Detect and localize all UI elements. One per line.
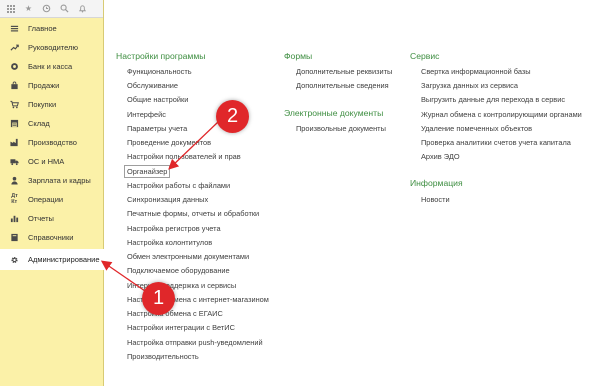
gear-icon bbox=[10, 255, 19, 264]
sidebar-item-purchases[interactable]: Покупки bbox=[0, 95, 104, 114]
sidebar-toolbar: ★ bbox=[0, 0, 103, 18]
sidebar-item-fixed-assets[interactable]: ОС и НМА bbox=[0, 152, 104, 171]
warehouse-icon bbox=[10, 119, 19, 128]
dt-kt-icon: Дт Кт bbox=[11, 193, 18, 205]
menu-icon bbox=[10, 24, 19, 33]
sidebar-item-label: ОС и НМА bbox=[28, 157, 65, 166]
link-maintenance[interactable]: Обслуживание bbox=[127, 81, 178, 90]
link-registers-settings[interactable]: Настройка регистров учета bbox=[127, 224, 221, 233]
link-delete-marked[interactable]: Удаление помеченных объектов bbox=[421, 124, 532, 133]
sidebar-item-label: Справочники bbox=[28, 233, 74, 242]
sidebar-item-salary[interactable]: Зарплата и кадры bbox=[0, 171, 104, 190]
search-icon[interactable] bbox=[60, 4, 69, 13]
sidebar: ★ Главное Руководителю Банк и касса Прод bbox=[0, 0, 105, 386]
sidebar-item-label: Главное bbox=[28, 24, 57, 33]
link-posting-documents[interactable]: Проведение документов bbox=[127, 138, 211, 147]
link-edoc-exchange[interactable]: Обмен электронными документами bbox=[127, 252, 249, 261]
sidebar-item-label: Продажи bbox=[28, 81, 60, 90]
main-panel: Настройки программы Функциональность Обс… bbox=[105, 0, 600, 386]
link-additional-info[interactable]: Дополнительные сведения bbox=[296, 81, 389, 90]
apps-grid-icon[interactable] bbox=[6, 4, 15, 13]
annotation-badge-2: 2 bbox=[216, 100, 249, 133]
annotation-badge-1: 1 bbox=[142, 282, 175, 315]
sidebar-item-label: Руководителю bbox=[28, 43, 79, 52]
link-arbitrary-documents[interactable]: Произвольные документы bbox=[296, 124, 386, 133]
link-performance[interactable]: Производительность bbox=[127, 352, 199, 361]
sidebar-item-label: Банк и касса bbox=[28, 62, 73, 71]
section-title-settings: Настройки программы bbox=[116, 51, 206, 61]
person-icon bbox=[10, 176, 19, 185]
link-additional-attributes[interactable]: Дополнительные реквизиты bbox=[296, 67, 392, 76]
link-vetis-integration[interactable]: Настройки интеграции с ВетИС bbox=[127, 323, 235, 332]
trend-icon bbox=[10, 43, 19, 52]
sidebar-item-label: Покупки bbox=[28, 100, 57, 109]
bag-icon bbox=[10, 81, 19, 90]
link-functionality[interactable]: Функциональность bbox=[127, 67, 192, 76]
section-title-info: Информация bbox=[410, 178, 463, 188]
link-internet-support[interactable]: Интернет-поддержка и сервисы bbox=[127, 281, 236, 290]
sidebar-item-label: Операции bbox=[28, 195, 64, 204]
sidebar-item-label: Зарплата и кадры bbox=[28, 176, 91, 185]
cart-icon bbox=[10, 100, 19, 109]
sidebar-item-operations[interactable]: Дт Кт Операции bbox=[0, 190, 104, 209]
sidebar-item-warehouse[interactable]: Склад bbox=[0, 114, 104, 133]
link-data-sync[interactable]: Синхронизация данных bbox=[127, 195, 208, 204]
factory-icon bbox=[10, 138, 19, 147]
bell-icon[interactable] bbox=[78, 4, 87, 13]
sidebar-item-administration[interactable]: Администрирование bbox=[0, 249, 105, 270]
sidebar-item-sales[interactable]: Продажи bbox=[0, 76, 104, 95]
link-egais-exchange[interactable]: Настройка обмена с ЕГАИС bbox=[127, 309, 223, 318]
section-title-edocs: Электронные документы bbox=[284, 108, 384, 118]
link-load-from-service[interactable]: Загрузка данных из сервиса bbox=[421, 81, 518, 90]
link-edo-archive[interactable]: Архив ЭДО bbox=[421, 152, 460, 161]
link-organizer[interactable]: Органайзер bbox=[124, 165, 171, 178]
link-push-settings[interactable]: Настройка отправки push-уведомлений bbox=[127, 338, 263, 347]
link-export-to-service[interactable]: Выгрузить данные для перехода в сервис bbox=[421, 95, 565, 104]
star-icon[interactable]: ★ bbox=[24, 4, 33, 13]
sidebar-item-reports[interactable]: Отчеты bbox=[0, 209, 104, 228]
history-icon[interactable] bbox=[42, 4, 51, 13]
link-equipment[interactable]: Подключаемое оборудование bbox=[127, 266, 230, 275]
link-accounting-params[interactable]: Параметры учета bbox=[127, 124, 187, 133]
sidebar-item-bank[interactable]: Банк и касса bbox=[0, 57, 104, 76]
link-interface[interactable]: Интерфейс bbox=[127, 110, 166, 119]
link-print-forms[interactable]: Печатные формы, отчеты и обработки bbox=[127, 209, 259, 218]
sidebar-item-label: Производство bbox=[28, 138, 77, 147]
link-capital-analytics[interactable]: Проверка аналитики счетов учета капитала bbox=[421, 138, 571, 147]
book-icon bbox=[10, 233, 19, 242]
coins-icon bbox=[10, 62, 19, 71]
link-headers-footers[interactable]: Настройка колонтитулов bbox=[127, 238, 212, 247]
sidebar-item-label: Администрирование bbox=[28, 255, 100, 264]
sidebar-item-manager[interactable]: Руководителю bbox=[0, 38, 104, 57]
sidebar-item-references[interactable]: Справочники bbox=[0, 228, 104, 247]
chart-icon bbox=[10, 214, 19, 223]
link-exchange-log[interactable]: Журнал обмена с контролирующими органами bbox=[421, 110, 582, 119]
sidebar-item-production[interactable]: Производство bbox=[0, 133, 104, 152]
link-files-settings[interactable]: Настройки работы с файлами bbox=[127, 181, 230, 190]
sidebar-item-label: Отчеты bbox=[28, 214, 54, 223]
link-general-settings[interactable]: Общие настройки bbox=[127, 95, 188, 104]
truck-icon bbox=[10, 157, 19, 166]
section-title-service: Сервис bbox=[410, 51, 440, 61]
link-user-settings[interactable]: Настройки пользователей и прав bbox=[127, 152, 241, 161]
section-title-forms: Формы bbox=[284, 51, 313, 61]
link-db-rollup[interactable]: Свертка информационной базы bbox=[421, 67, 531, 76]
link-news[interactable]: Новости bbox=[421, 195, 450, 204]
sidebar-item-label: Склад bbox=[28, 119, 50, 128]
sidebar-item-main[interactable]: Главное bbox=[0, 19, 104, 38]
